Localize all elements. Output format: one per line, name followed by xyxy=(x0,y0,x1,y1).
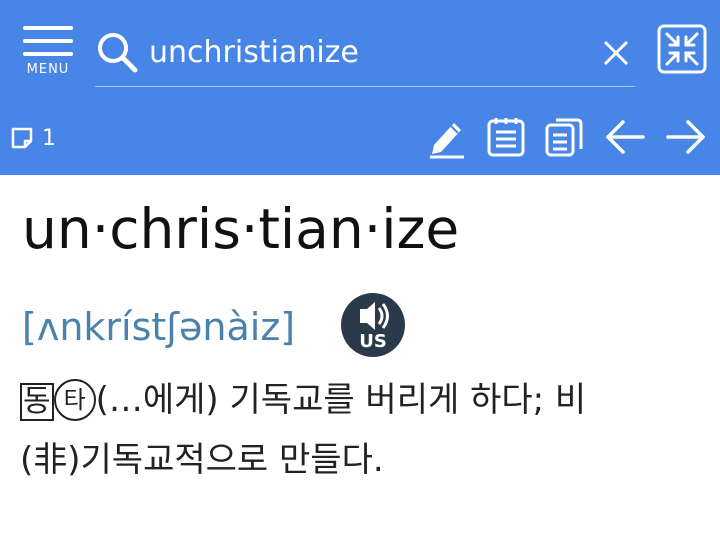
search-bar xyxy=(95,18,635,87)
note-count[interactable]: 1 xyxy=(10,123,56,153)
transitivity-mark: 타 xyxy=(53,379,96,421)
definition: 동 타 (…에게) 기독교를 버리게 하다; 비 (非)기독교적으로 만들다. xyxy=(20,370,710,490)
search-icon[interactable] xyxy=(95,30,139,74)
entry-content: un·chris·tian·ize [ʌnkrístʃənàiz] US 동 타(… xyxy=(0,175,720,555)
pencil-icon[interactable] xyxy=(424,115,468,159)
notepad-icon[interactable] xyxy=(484,115,528,159)
search-input[interactable] xyxy=(149,26,569,78)
copy-icon[interactable] xyxy=(543,115,587,159)
top-bar: MENU 1 xyxy=(0,0,720,175)
close-icon[interactable] xyxy=(601,38,631,68)
pronunciation: [ʌnkrístʃənàiz] xyxy=(22,305,296,349)
note-count-value: 1 xyxy=(42,125,56,151)
audio-label: US xyxy=(359,331,387,352)
menu-label: MENU xyxy=(26,62,70,77)
note-icon xyxy=(11,127,33,149)
back-arrow-icon[interactable] xyxy=(603,115,647,159)
menu-button[interactable]: MENU xyxy=(20,24,76,80)
pos-mark: 동 xyxy=(20,383,54,421)
speaker-icon: US xyxy=(341,293,405,357)
us-audio-button[interactable]: US xyxy=(340,292,406,358)
definition-line-2: (非)기독교적으로 만들다. xyxy=(20,440,384,480)
headword: un·chris·tian·ize xyxy=(22,197,460,261)
definition-line-1: (…에게) 기독교를 버리게 하다; 비 xyxy=(95,380,587,420)
collapse-icon[interactable] xyxy=(657,24,707,74)
menu-bar xyxy=(23,26,73,30)
menu-bar xyxy=(23,52,73,56)
forward-arrow-icon[interactable] xyxy=(664,115,708,159)
menu-bar xyxy=(23,39,73,43)
